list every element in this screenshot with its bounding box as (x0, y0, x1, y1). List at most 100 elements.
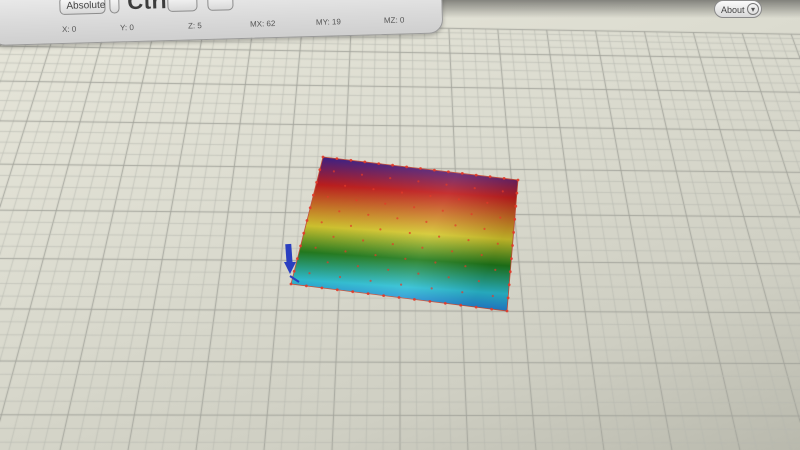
surface-marker (408, 231, 411, 235)
surface-marker (400, 283, 403, 286)
surface-marker (391, 163, 394, 167)
surface-marker (363, 160, 367, 164)
surface-marker (464, 265, 467, 268)
surface-marker (502, 177, 506, 180)
surface-marker (451, 250, 454, 253)
surface-marker (360, 173, 364, 176)
mz-readout: MZ: 0 (383, 15, 405, 26)
surface-marker (515, 191, 519, 195)
surface-marker (506, 296, 510, 300)
surface-marker (512, 231, 515, 234)
surface-marker (405, 165, 408, 169)
surface-marker (372, 188, 375, 191)
surface-marker (501, 190, 504, 193)
surface-marker (443, 301, 447, 305)
surface-marker (460, 172, 464, 175)
surface-marker (514, 204, 518, 208)
surface-marker (349, 224, 353, 227)
surface-marker (470, 213, 473, 216)
surface-marker (459, 303, 463, 307)
surface-marker (321, 155, 325, 159)
chevron-down-icon: ▾ (747, 3, 759, 15)
surface-marker (508, 270, 512, 274)
surface-marker (413, 298, 416, 301)
surface-marker (428, 300, 432, 303)
surface-marker (326, 261, 329, 264)
surface-marker (391, 243, 394, 246)
surface-marker (387, 268, 390, 271)
surface-marker (429, 194, 432, 198)
surface-marker (516, 178, 520, 182)
surface-marker (496, 242, 499, 245)
surface-marker (454, 224, 457, 227)
toolbar-button-2[interactable] (109, 0, 120, 14)
surface-marker (377, 162, 381, 166)
surface-marker (417, 180, 420, 183)
surface-marker (318, 168, 322, 172)
surface-marker (384, 202, 387, 205)
surface-marker (312, 193, 315, 197)
surface-marker (447, 276, 450, 279)
surface-marker (467, 239, 470, 242)
surface-marker (320, 286, 324, 290)
absolute-button[interactable]: Absolute (59, 0, 106, 16)
surface-marker (397, 296, 401, 299)
surface-marker (494, 268, 497, 271)
surface-marker (488, 175, 492, 179)
surface-marker (480, 253, 483, 257)
surface-marker (417, 272, 420, 275)
surface-marker (491, 294, 494, 298)
surface-marker (421, 246, 424, 249)
surface-marker (356, 265, 359, 268)
surface-marker (305, 219, 309, 222)
surface-marker (400, 191, 404, 194)
surface-marker (382, 294, 385, 297)
surface-marker (507, 283, 511, 287)
y-readout: Y: 0 (119, 22, 134, 33)
surface-marker (413, 206, 416, 209)
surface-marker (305, 284, 308, 288)
surface-marker (367, 213, 370, 216)
toolbar-button-4[interactable] (207, 0, 234, 11)
surface-marker (457, 198, 460, 201)
surface-marker (474, 173, 478, 177)
surface-marker (351, 290, 355, 294)
surface-marker (404, 257, 407, 260)
surface-marker (308, 272, 311, 275)
surface-marker (447, 170, 450, 174)
surface-marker (389, 177, 392, 180)
surface-marker (296, 257, 299, 260)
z-readout: Z: 5 (187, 21, 202, 31)
surface-marker (366, 292, 370, 295)
surface-marker (314, 246, 317, 249)
screen: Absolute Ctrl X: 0 Y: 0 Z: 5 MX: 62 MY: … (0, 0, 800, 450)
surface-marker (338, 275, 342, 279)
surface-marker (302, 231, 306, 235)
surface-marker (344, 250, 347, 253)
surface-marker (315, 181, 318, 184)
surface-marker (326, 195, 329, 198)
surface-marker (445, 183, 448, 186)
surface-marker (505, 309, 509, 313)
surface-marker (369, 279, 372, 282)
toolbar-button-3[interactable] (167, 0, 198, 13)
surface-plot[interactable] (0, 0, 800, 450)
surface-marker (335, 288, 339, 292)
surface-marker (374, 254, 377, 257)
about-label: About (721, 5, 745, 15)
surface-marker (355, 199, 358, 202)
surface-marker (438, 235, 441, 238)
surface-marker (499, 216, 502, 219)
surface-marker (425, 220, 428, 223)
about-button[interactable]: About ▾ (714, 0, 762, 18)
surface-marker (483, 227, 486, 230)
ctrl-label: Ctrl (126, 0, 168, 15)
surface-marker (477, 280, 480, 283)
surface-marker (349, 158, 353, 162)
surface-marker (473, 187, 476, 190)
surface-marker (338, 210, 341, 213)
surface-marker (441, 209, 444, 212)
surface-marker (510, 257, 513, 260)
surface-marker (335, 157, 339, 161)
surface-marker (308, 206, 312, 210)
